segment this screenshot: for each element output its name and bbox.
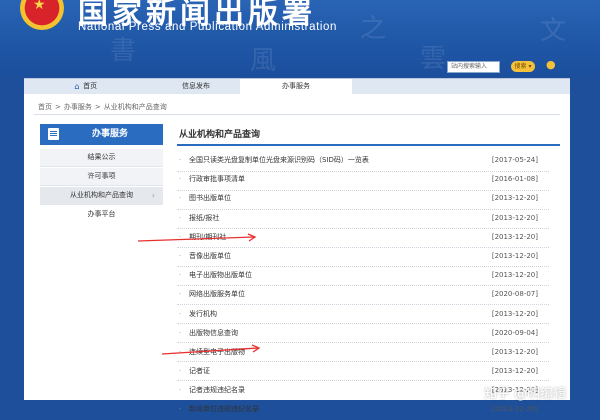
list-item-title[interactable]: 出版物信息查询: [189, 324, 238, 343]
list-item[interactable]: · 网络出版服务单位 [2020-08-07]: [179, 285, 538, 304]
list-item[interactable]: · 新闻单位违规违纪名录 [2013-12-20]: [179, 400, 538, 419]
search-button-label: 搜索: [514, 63, 527, 70]
list-item[interactable]: · 出版物信息查询 [2020-09-04]: [179, 324, 538, 343]
sidebar-item-institution-query[interactable]: 从业机构和产品查询 ›: [40, 187, 163, 205]
row-divider: [177, 304, 549, 305]
list-item[interactable]: · 记者证 [2013-12-20]: [179, 362, 538, 381]
calligraphy-background: 雲: [420, 44, 447, 74]
list-item-date: [2013-12-20]: [491, 232, 538, 241]
weibo-icon[interactable]: ●: [546, 58, 560, 72]
bullet-icon: ·: [179, 309, 182, 318]
national-emblem-icon[interactable]: ★: [20, 0, 64, 30]
list-item-title[interactable]: 网络出版服务单位: [189, 285, 245, 304]
divider: [34, 114, 560, 115]
annotation-arrow: [137, 233, 257, 242]
row-divider: [177, 209, 549, 210]
site-header: 書 風 之 雲 文 ★ 国家新闻出版署 National Press and P…: [0, 0, 600, 76]
calligraphy-background: 風: [250, 46, 277, 76]
list-item-date: [2013-12-20]: [491, 251, 538, 260]
bullet-icon: ·: [179, 194, 182, 203]
bullet-icon: ·: [179, 290, 182, 299]
list-item-date: [2013-12-20]: [491, 309, 538, 318]
bullet-icon: ·: [179, 367, 182, 376]
list-item-title[interactable]: 记者证: [189, 362, 210, 381]
tab-services[interactable]: 办事服务: [240, 79, 352, 94]
row-divider: [177, 228, 549, 229]
list-item-date: [2016-01-08]: [491, 175, 538, 184]
main-nav: ⌂ 首页 信息发布 办事服务: [24, 78, 570, 94]
bullet-icon: ·: [179, 386, 182, 395]
bullet-icon: ·: [179, 175, 182, 184]
list-item-title[interactable]: 音像出版单位: [189, 247, 231, 266]
page-title: 从业机构和产品查询: [179, 130, 261, 140]
list-item-title[interactable]: 行政审批事项清单: [189, 170, 245, 189]
list-item-date: [2020-09-04]: [491, 328, 538, 337]
list-item-date: [2017-05-24]: [491, 156, 538, 164]
bullet-icon: ·: [179, 405, 182, 414]
calligraphy-background: 文: [540, 16, 567, 46]
bullet-icon: ·: [179, 271, 182, 280]
bullet-icon: ·: [179, 213, 182, 222]
list-item[interactable]: · 行政审批事项清单 [2016-01-08]: [179, 170, 538, 189]
row-divider: [177, 342, 549, 343]
list-item[interactable]: · 电子出版物出版单位 [2013-12-20]: [179, 266, 538, 285]
sidebar-item-results[interactable]: 结果公示: [40, 149, 163, 167]
chevron-right-icon: ›: [151, 191, 155, 200]
row-divider: [177, 266, 549, 267]
row-divider: [177, 323, 549, 324]
tab-home-label: 首页: [83, 82, 98, 90]
search-input[interactable]: 站内搜索输入: [447, 61, 500, 73]
list-item-date: [2013-12-20]: [491, 405, 538, 414]
sidebar-title: 办事服务: [92, 129, 129, 139]
sidebar-header: 办事服务: [40, 124, 163, 145]
watermark: 知乎 @明编辑: [484, 387, 567, 402]
content-panel: 首页 > 办事服务 > 从业机构和产品查询 办事服务 结果公示 许可事项 从业机构和产品…: [24, 94, 570, 413]
list-item-title[interactable]: 发行机构: [189, 305, 217, 324]
list-item-date: [2013-12-20]: [491, 213, 538, 222]
row-divider: [177, 247, 549, 248]
list-item-date: [2013-12-20]: [491, 367, 538, 376]
bullet-icon: ·: [179, 328, 182, 337]
document-icon: [48, 128, 59, 140]
bullet-icon: ·: [179, 251, 182, 260]
tab-info[interactable]: 信息发布: [154, 79, 238, 94]
annotation-arrow: [161, 344, 261, 355]
row-divider: [177, 171, 549, 172]
bullet-icon: ·: [179, 156, 182, 164]
list-item-date: [2013-12-20]: [491, 271, 538, 280]
breadcrumb-services[interactable]: 办事服务: [64, 103, 92, 111]
row-divider: [177, 190, 549, 191]
sidebar-menu: 结果公示 许可事项 从业机构和产品查询 › 办事平台: [40, 149, 163, 224]
sidebar-item-platform[interactable]: 办事平台: [40, 206, 163, 223]
list-item-date: [2013-12-20]: [491, 194, 538, 203]
breadcrumb-home[interactable]: 首页: [38, 103, 52, 111]
breadcrumb-current[interactable]: 从业机构和产品查询: [104, 103, 167, 111]
tab-home[interactable]: ⌂ 首页: [50, 79, 120, 94]
list-item[interactable]: · 全国只读类光盘复制单位光盘来源识别码（SID码）一览表 [2017-05-24]: [179, 151, 538, 170]
list-item-title[interactable]: 记者违规违纪名录: [189, 381, 245, 400]
calligraphy-background: 書: [110, 36, 137, 66]
row-divider: [177, 285, 549, 286]
list-item[interactable]: · 图书出版单位 [2013-12-20]: [179, 189, 538, 208]
list-item-title[interactable]: 全国只读类光盘复制单位光盘来源识别码（SID码）一览表: [189, 151, 369, 170]
calligraphy-background: 之: [360, 14, 387, 44]
search-button[interactable]: 搜索 ▾: [511, 61, 535, 72]
list-item-title[interactable]: 新闻单位违规违纪名录: [189, 400, 259, 419]
list-item-date: [2020-08-07]: [491, 290, 538, 299]
sidebar-item-label: 从业机构和产品查询: [70, 191, 133, 199]
title-underline: [177, 144, 560, 146]
list-item-title[interactable]: 电子出版物出版单位: [189, 266, 252, 285]
site-subtitle: National Press and Publication Administr…: [78, 21, 338, 33]
home-icon: ⌂: [74, 82, 80, 91]
list-item-date: [2013-12-20]: [491, 347, 538, 356]
list-item-title[interactable]: 报纸/报社: [189, 209, 219, 228]
breadcrumb: 首页 > 办事服务 > 从业机构和产品查询: [38, 103, 167, 111]
list-item[interactable]: · 发行机构 [2013-12-20]: [179, 305, 538, 324]
list-item[interactable]: · 音像出版单位 [2013-12-20]: [179, 247, 538, 266]
list-item-title[interactable]: 图书出版单位: [189, 189, 231, 208]
row-divider: [177, 361, 549, 362]
row-divider: [177, 380, 549, 381]
sidebar-item-licensing[interactable]: 许可事项: [40, 168, 163, 186]
list-item[interactable]: · 报纸/报社 [2013-12-20]: [179, 209, 538, 228]
